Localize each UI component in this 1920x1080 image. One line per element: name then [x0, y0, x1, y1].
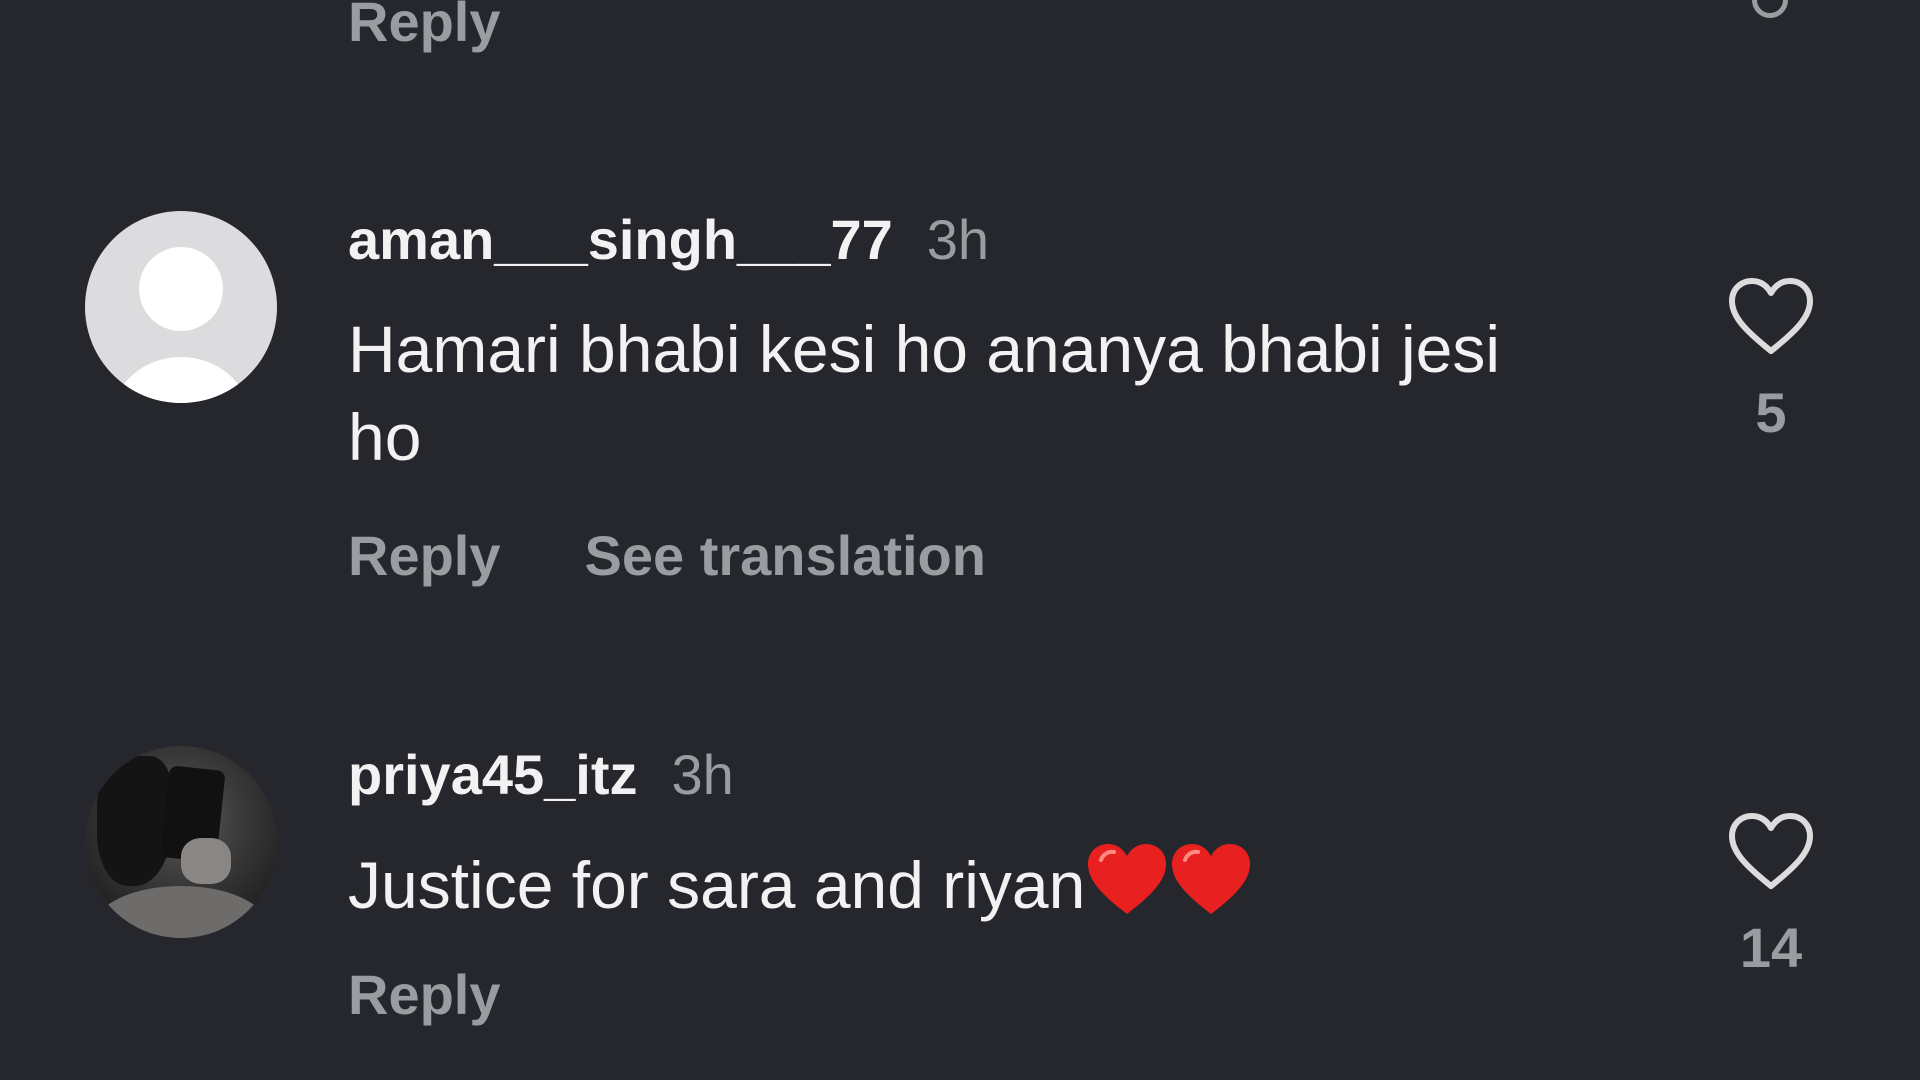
- reply-button[interactable]: Reply: [348, 963, 501, 1026]
- heart-outline-icon[interactable]: [1726, 810, 1816, 892]
- red-heart-emoji: [1088, 844, 1167, 914]
- avatar-photo-hair: [97, 756, 173, 886]
- comment-text: Hamari bhabi kesi ho ananya bhabi jesi h…: [348, 312, 1501, 474]
- avatar-photo-shirt: [95, 886, 267, 938]
- like-icon-partial[interactable]: [1752, 0, 1788, 18]
- default-avatar-head: [139, 247, 223, 331]
- see-translation-button[interactable]: See translation: [585, 524, 986, 587]
- default-avatar-body: [113, 357, 249, 403]
- username[interactable]: priya45_itz: [348, 743, 638, 806]
- reply-button[interactable]: Reply: [348, 0, 501, 58]
- avatar[interactable]: [85, 211, 277, 403]
- red-heart-emoji: [1172, 844, 1251, 914]
- like-control: 5: [1726, 275, 1816, 443]
- reply-button[interactable]: Reply: [348, 524, 501, 587]
- timestamp: 3h: [671, 743, 734, 806]
- like-count: 14: [1739, 916, 1803, 979]
- comments-screen: Reply aman___singh___77 3h Hamari bhabi k…: [0, 0, 1920, 1080]
- like-count: 5: [1755, 381, 1787, 444]
- comment-meta: priya45_itz 3h: [348, 740, 734, 810]
- comment-actions: Reply See translation: [348, 521, 986, 591]
- comment-meta: aman___singh___77 3h: [348, 205, 989, 275]
- heart-outline-icon[interactable]: [1726, 275, 1816, 357]
- comment-text-row: Justice for sara and riyan: [348, 840, 1548, 929]
- timestamp: 3h: [926, 208, 990, 271]
- comment-actions: Reply: [348, 960, 501, 1030]
- username[interactable]: aman___singh___77: [348, 208, 893, 271]
- avatar[interactable]: [85, 746, 277, 938]
- avatar-photo-hand: [181, 838, 231, 884]
- comment-text: Justice for sara and riyan: [348, 848, 1086, 922]
- like-control: 14: [1726, 810, 1816, 978]
